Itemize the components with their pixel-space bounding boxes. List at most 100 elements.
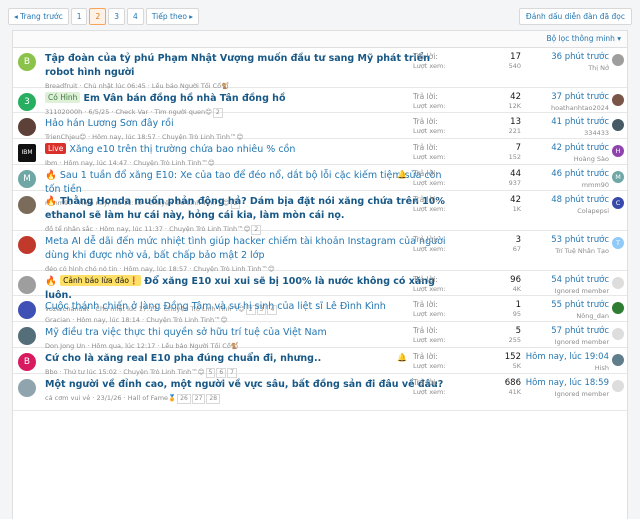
latest-poster-avatar[interactable] — [612, 354, 624, 366]
thread-row[interactable]: B Tập đoàn của tỷ phú Phạm Nhật Vượng muố… — [13, 48, 627, 90]
latest-post-user[interactable]: Ignored member — [509, 338, 609, 346]
thread-title-link[interactable]: Meta AI dễ dãi đến mức nhiệt tình giúp h… — [45, 236, 446, 261]
thread-title-link[interactable]: Một người về đỉnh cao, một người về vực … — [45, 379, 443, 390]
latest-poster-avatar[interactable] — [612, 380, 624, 392]
thread-row[interactable]: Hảo hán Lương Sơn đây rồi TrienChjeu😊 · H… — [13, 113, 627, 141]
thread-prefix-badge[interactable]: Cảnh báo lừa đảo❗ — [60, 275, 142, 286]
thread-prefix-badge[interactable]: Live — [45, 143, 67, 154]
latest-poster-avatar[interactable] — [612, 328, 624, 340]
thread-title-link[interactable]: Thằng Honda muốn phản động hả? Dám bịa đ… — [45, 196, 445, 221]
latest-post-user[interactable]: Thị Nở — [509, 64, 609, 72]
next-page-button[interactable]: Tiếp theo ▸ — [145, 8, 200, 25]
thread-page-link[interactable]: 28 — [206, 394, 221, 404]
thread-title-link[interactable]: Cứ cho là xăng real E10 pha đúng chuẩn đ… — [45, 353, 321, 364]
views-stat: Lượt xem: 152 — [413, 153, 521, 161]
replies-stat: Trả lời: 1 — [413, 300, 521, 310]
author-avatar[interactable] — [18, 276, 36, 294]
latest-post-user[interactable]: Ignored member — [509, 390, 609, 398]
author-avatar[interactable] — [18, 327, 36, 345]
author-avatar[interactable] — [18, 379, 36, 397]
thread-row[interactable]: Một người về đỉnh cao, một người về vực … — [13, 374, 627, 411]
replies-stat: Trả lời: 686 — [413, 378, 521, 388]
latest-post-time[interactable]: 48 phút trước — [509, 195, 609, 205]
page-1-button[interactable]: 1 — [70, 8, 88, 25]
thread-title-link[interactable]: Em Vân bán đồng hồ nhà Tân đồng hồ — [83, 93, 285, 104]
latest-poster-avatar[interactable] — [612, 54, 624, 66]
author-avatar[interactable] — [18, 236, 36, 254]
page-3-button[interactable]: 3 — [108, 8, 126, 25]
latest-poster-avatar[interactable]: T — [612, 237, 624, 249]
latest-poster-avatar[interactable] — [612, 277, 624, 289]
latest-post-time[interactable]: 54 phút trước — [509, 275, 609, 285]
author-avatar[interactable] — [18, 301, 36, 319]
thread-row[interactable]: 🔥 Thằng Honda muốn phản động hả? Dám bịa… — [13, 191, 627, 235]
author-avatar[interactable]: B — [18, 53, 36, 71]
latest-post-time[interactable]: 55 phút trước — [509, 300, 609, 310]
latest-post-user[interactable]: Colapepsi — [509, 207, 609, 215]
thread-row[interactable]: Mỹ điều tra việc thực thi quyền sở hữu t… — [13, 322, 627, 350]
prev-page-button[interactable]: ◂ Trang trước — [8, 8, 69, 25]
views-label: Lượt xem: — [413, 205, 446, 213]
author-avatar[interactable]: B — [18, 353, 36, 371]
page-4-button[interactable]: 4 — [127, 8, 144, 25]
replies-stat: Trả lời: 17 — [413, 52, 521, 62]
latest-post-user[interactable]: Nông_dan — [509, 312, 609, 320]
latest-post-time[interactable]: 36 phút trước — [509, 52, 609, 62]
latest-post-user[interactable]: mmm90 — [509, 181, 609, 189]
author-avatar[interactable]: 3 — [18, 93, 36, 111]
views-label: Lượt xem: — [413, 310, 446, 318]
replies-label: Trả lời: — [413, 169, 438, 178]
thread-prefix-badge[interactable]: Có Hình — [45, 92, 81, 103]
thread-title-link[interactable]: Mỹ điều tra việc thực thi quyền sở hữu t… — [45, 327, 327, 338]
latest-post: 42 phút trước Hoàng Sào — [509, 143, 609, 163]
thread-page-link[interactable]: 26 — [177, 394, 191, 404]
page-2-button[interactable]: 2 — [89, 8, 107, 25]
latest-post-user[interactable]: Ignored member — [509, 287, 609, 295]
latest-post-user[interactable]: 334433 — [509, 129, 609, 137]
smart-filter-button[interactable]: Bộ lọc thông minh ▾ — [546, 34, 621, 43]
latest-post-time[interactable]: 57 phút trước — [509, 326, 609, 336]
latest-post-time[interactable]: 41 phút trước — [509, 117, 609, 127]
watch-bell-icon: 🔔 — [397, 170, 407, 179]
thread-row[interactable]: IBM Live Xăng e10 trên thị trường chứa bao… — [13, 139, 627, 167]
thread-title-link[interactable]: Cuộc thánh chiến ở làng Đồng Tâm và sự h… — [45, 301, 386, 312]
replies-stat: Trả lời: 7 — [413, 143, 521, 153]
thread-row[interactable]: 🔥 Cảnh báo lừa đảo❗ Đổ xăng E10 xui xui s… — [13, 271, 627, 315]
mark-forum-read-button[interactable]: Đánh dấu diễn đàn đã đọc — [518, 8, 632, 25]
latest-post-time[interactable]: 42 phút trước — [509, 143, 609, 153]
thread-row[interactable]: M 🔥 Sau 1 tuần đổ xăng E10: Xe của tao để… — [13, 165, 627, 209]
thread-row[interactable]: Cuộc thánh chiến ở làng Đồng Tâm và sự h… — [13, 296, 627, 324]
latest-post-time[interactable]: 53 phút trước — [509, 235, 609, 245]
thread-row[interactable]: B Cứ cho là xăng real E10 pha đúng chuẩn … — [13, 348, 627, 378]
thread-page-link[interactable]: 27 — [191, 394, 206, 404]
latest-poster-avatar[interactable] — [612, 302, 624, 314]
author-avatar[interactable] — [18, 118, 36, 136]
latest-poster-avatar[interactable] — [612, 119, 624, 131]
thread-main: Mỹ điều tra việc thực thi quyền sở hữu t… — [45, 326, 449, 350]
latest-poster-avatar[interactable]: H — [612, 145, 624, 157]
thread-title-link[interactable]: Tập đoàn của tỷ phú Phạm Nhật Vượng muốn… — [45, 53, 430, 78]
thread-title-link[interactable]: Xăng e10 trên thị trường chứa bao nhiêu … — [69, 144, 295, 155]
latest-post-time[interactable]: Hôm nay, lúc 18:59 — [509, 378, 609, 388]
thread-meta-text[interactable]: cá cơm vui vẻ · 23/1/26 · Hall of Fame🏅 — [45, 394, 176, 402]
thread-title-link[interactable]: Hảo hán Lương Sơn đây rồi — [45, 118, 174, 129]
latest-poster-avatar[interactable]: C — [612, 197, 624, 209]
latest-post-user[interactable]: hoathanhtao2024 — [509, 104, 609, 112]
latest-post: 53 phút trước Trí Tuệ Nhân Tạo — [509, 235, 609, 255]
latest-post-time[interactable]: 37 phút trước — [509, 92, 609, 102]
thread-stats: Trả lời: 686 Lượt xem: 41K — [413, 378, 521, 396]
latest-post-user[interactable]: Hoàng Sào — [509, 155, 609, 163]
hot-fire-icon: 🔥 — [45, 196, 61, 207]
latest-post-time[interactable]: 46 phút trước — [509, 169, 609, 179]
thread-row[interactable]: 3 Có Hình Em Vân bán đồng hồ nhà Tân đồng … — [13, 88, 627, 118]
author-avatar[interactable]: M — [18, 170, 36, 188]
latest-poster-avatar[interactable]: M — [612, 171, 624, 183]
latest-post-user[interactable]: Hish — [509, 364, 609, 372]
latest-post-time[interactable]: Hôm nay, lúc 19:04 — [509, 352, 609, 362]
author-avatar[interactable]: IBM — [18, 144, 36, 162]
thread-row[interactable]: Meta AI dễ dãi đến mức nhiệt tình giúp h… — [13, 231, 627, 273]
latest-poster-avatar[interactable] — [612, 94, 624, 106]
latest-post: 48 phút trước Colapepsi — [509, 195, 609, 215]
latest-post-user[interactable]: Trí Tuệ Nhân Tạo — [509, 247, 609, 255]
author-avatar[interactable] — [18, 196, 36, 214]
